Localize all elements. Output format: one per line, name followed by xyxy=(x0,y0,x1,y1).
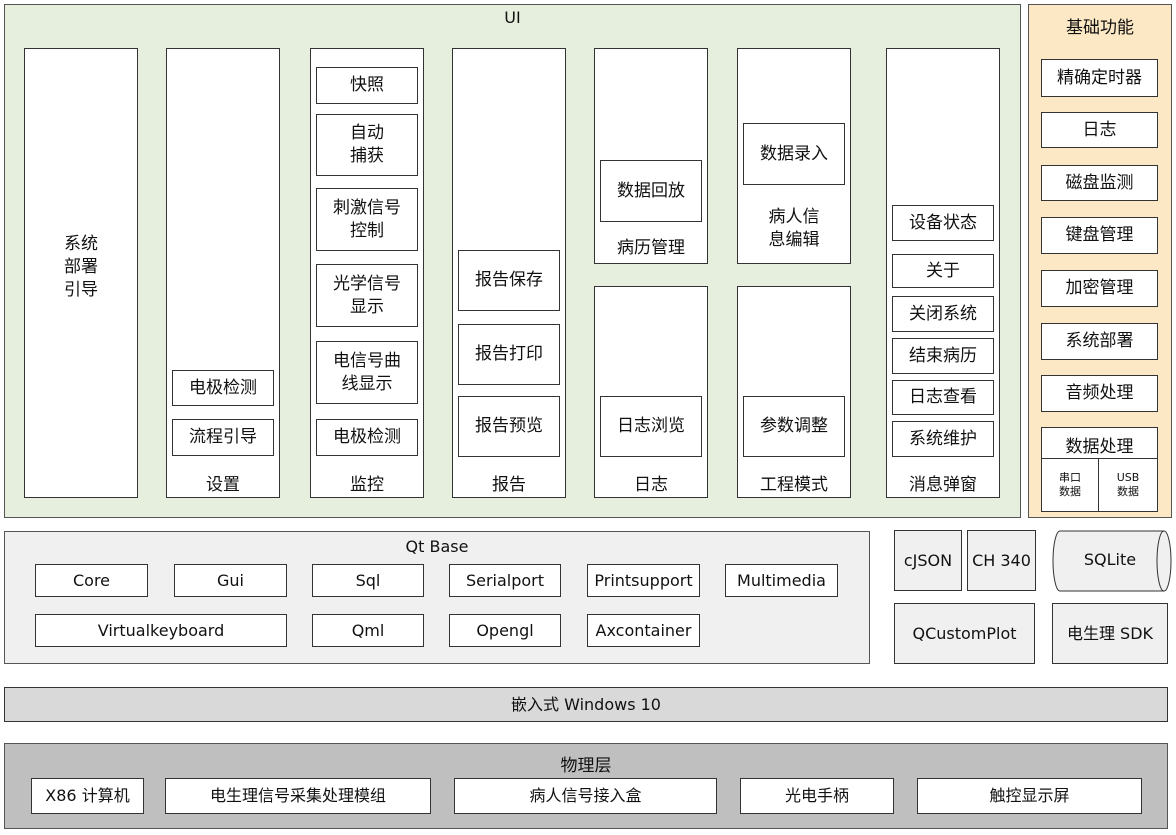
ui-title: UI xyxy=(504,8,521,27)
popup-log-view: 日志查看 xyxy=(892,380,994,415)
qt-base-title: Qt Base xyxy=(405,537,469,556)
popup-system-maintenance: 系统维护 xyxy=(892,421,994,457)
basic-serial-data: 串口 数据 xyxy=(1041,458,1099,512)
log-label: 日志 xyxy=(634,475,668,495)
basic-usb-data: USB 数据 xyxy=(1098,458,1158,512)
lib-ep-sdk: 电生理 SDK xyxy=(1052,603,1168,664)
qt-gui: Gui xyxy=(174,564,287,597)
qt-virtualkeyboard: Virtualkeyboard xyxy=(35,614,287,647)
basic-system-deploy: 系统部署 xyxy=(1041,323,1158,360)
monitor-auto-capture: 自动 捕获 xyxy=(316,114,418,176)
qt-qml: Qml xyxy=(312,614,424,647)
basic-keyboard-management: 键盘管理 xyxy=(1041,217,1158,254)
records-management-column xyxy=(594,48,708,264)
patient-data-entry: 数据录入 xyxy=(743,123,845,185)
settings-flow-guide: 流程引导 xyxy=(172,419,274,456)
popup-about: 关于 xyxy=(892,254,994,288)
os-layer: 嵌入式 Windows 10 xyxy=(4,687,1168,722)
settings-electrode-check: 电极检测 xyxy=(172,370,274,406)
log-column xyxy=(594,286,708,498)
lib-qcustomplot: QCustomPlot xyxy=(894,603,1035,664)
qt-serialport: Serialport xyxy=(449,564,561,597)
basic-audio-processing: 音频处理 xyxy=(1041,375,1158,412)
qt-opengl: Opengl xyxy=(449,614,561,647)
report-label: 报告 xyxy=(492,475,526,495)
popup-device-status: 设备状态 xyxy=(892,205,994,241)
monitor-electrode-check: 电极检测 xyxy=(316,419,418,456)
qt-multimedia: Multimedia xyxy=(725,564,838,597)
records-label: 病历管理 xyxy=(617,238,685,258)
monitor-optical-display: 光学信号 显示 xyxy=(316,264,418,327)
qt-sql: Sql xyxy=(312,564,424,597)
engineering-mode-column xyxy=(737,286,851,498)
basic-data-processing-label: 数据处理 xyxy=(1065,437,1134,457)
monitor-label: 监控 xyxy=(350,475,384,495)
qt-core: Core xyxy=(35,564,148,597)
lib-sqlite: SQLite xyxy=(1083,550,1137,569)
monitor-snapshot: 快照 xyxy=(316,67,418,104)
engineering-param-adjust: 参数调整 xyxy=(743,396,845,457)
popup-label: 消息弹窗 xyxy=(909,475,977,495)
phys-ep-signal-module: 电生理信号采集处理模组 xyxy=(165,778,431,814)
phys-optoelectronic-handle: 光电手柄 xyxy=(740,778,894,814)
basic-log: 日志 xyxy=(1041,112,1158,148)
report-save: 报告保存 xyxy=(458,250,560,311)
monitor-signal-curve: 电信号曲 线显示 xyxy=(316,341,418,404)
report-preview: 报告预览 xyxy=(458,396,560,457)
popup-close-system: 关闭系统 xyxy=(892,296,994,332)
qt-printsupport: Printsupport xyxy=(587,564,700,597)
basic-disk-monitor: 磁盘监测 xyxy=(1041,165,1158,201)
lib-ch340: CH 340 xyxy=(967,530,1036,591)
report-print: 报告打印 xyxy=(458,324,560,385)
records-data-playback: 数据回放 xyxy=(600,160,702,222)
basic-encryption-management: 加密管理 xyxy=(1041,270,1158,307)
basic-precise-timer: 精确定时器 xyxy=(1041,59,1158,97)
settings-label: 设置 xyxy=(206,475,240,495)
phys-x86-computer: X86 计算机 xyxy=(31,778,144,814)
log-browse: 日志浏览 xyxy=(600,396,702,457)
engineering-label: 工程模式 xyxy=(760,475,828,495)
system-deploy-guide-column: 系统 部署 引导 xyxy=(24,48,138,498)
patient-label: 病人信 息编辑 xyxy=(768,207,820,250)
phys-patient-signal-box: 病人信号接入盒 xyxy=(454,778,717,814)
lib-cjson: cJSON xyxy=(894,530,962,591)
monitor-stimulus-control: 刺激信号 控制 xyxy=(316,188,418,251)
phys-touch-display: 触控显示屏 xyxy=(917,778,1142,814)
physical-title: 物理层 xyxy=(560,756,612,776)
popup-end-record: 结束病历 xyxy=(892,338,994,374)
basic-title: 基础功能 xyxy=(1066,18,1134,38)
qt-axcontainer: Axcontainer xyxy=(587,614,700,647)
